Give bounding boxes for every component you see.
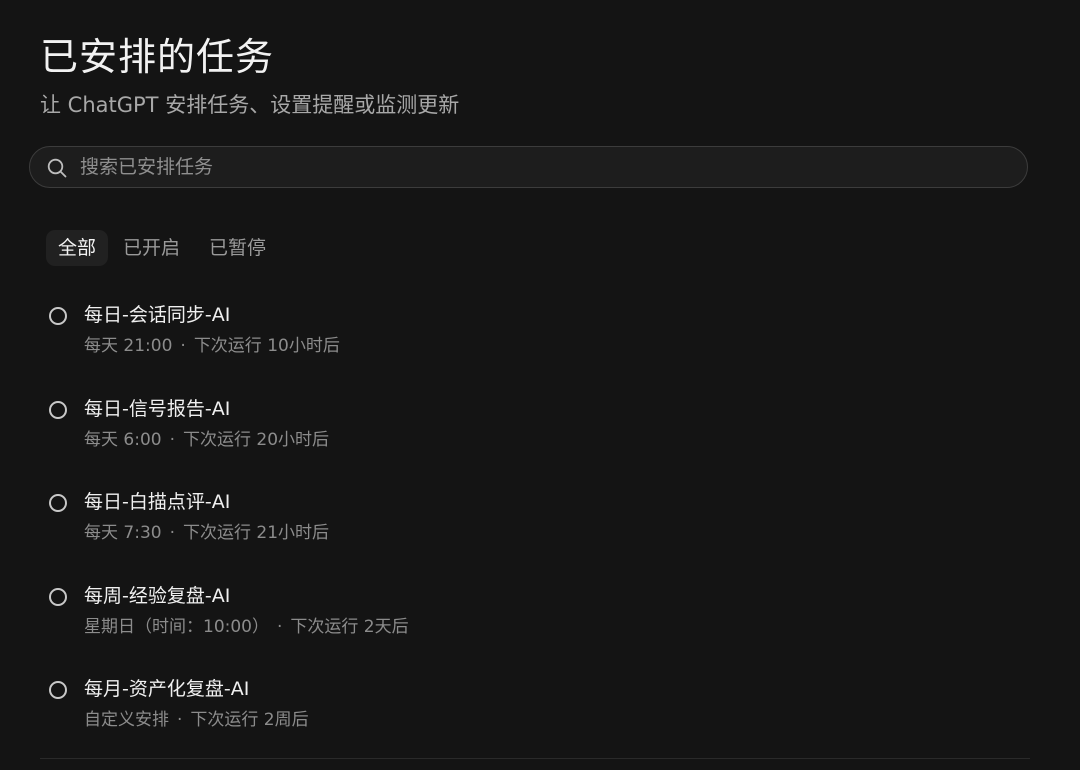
task-name: 每日-信号报告-AI (84, 398, 231, 420)
task-next-run: 下次运行 20小时后 (183, 430, 330, 450)
search-input[interactable] (80, 147, 1010, 187)
meta-separator: · (277, 617, 283, 637)
meta-separator: · (169, 523, 175, 543)
task-name: 每月-资产化复盘-AI (84, 678, 250, 700)
task-radio[interactable] (49, 307, 67, 325)
task-item[interactable]: 每日-信号报告-AI 每天 6:00 · 下次运行 20小时后 (40, 396, 1030, 466)
task-next-run: 下次运行 2周后 (190, 710, 309, 730)
page-title: 已安排的任务 (40, 35, 275, 79)
tab-enabled[interactable]: 已开启 (123, 230, 180, 266)
search-icon (47, 158, 67, 178)
task-radio[interactable] (49, 681, 67, 699)
tab-all[interactable]: 全部 (46, 230, 109, 266)
task-meta: 每天 6:00 · 下次运行 20小时后 (84, 425, 329, 450)
task-schedule: 每天 7:30 (84, 523, 162, 543)
scheduled-tasks-page: 已安排的任务 让 ChatGPT 安排任务、设置提醒或监测更新 全部 已开启 已… (0, 0, 1080, 770)
task-schedule: 星期日（时间：10:00） (84, 617, 269, 637)
task-item[interactable]: 每周-经验复盘-AI 星期日（时间：10:00） · 下次运行 2天后 (40, 583, 1030, 653)
task-item[interactable]: 每月-资产化复盘-AI 自定义安排 · 下次运行 2周后 (40, 676, 1030, 746)
task-next-run: 下次运行 2天后 (290, 617, 409, 637)
task-item[interactable]: 每日-会话同步-AI 每天 21:00 · 下次运行 10小时后 (40, 302, 1030, 372)
task-schedule: 自定义安排 (84, 710, 169, 730)
task-radio[interactable] (49, 494, 67, 512)
divider (40, 758, 1030, 759)
task-radio[interactable] (49, 401, 67, 419)
task-meta: 每天 7:30 · 下次运行 21小时后 (84, 518, 329, 543)
meta-separator: · (180, 336, 186, 356)
task-radio[interactable] (49, 588, 67, 606)
task-name: 每日-会话同步-AI (84, 304, 231, 326)
page-subtitle: 让 ChatGPT 安排任务、设置提醒或监测更新 (40, 93, 460, 117)
tab-paused[interactable]: 已暂停 (209, 230, 266, 266)
task-name: 每周-经验复盘-AI (84, 585, 231, 607)
task-meta: 每天 21:00 · 下次运行 10小时后 (84, 331, 340, 356)
task-schedule: 每天 6:00 (84, 430, 162, 450)
meta-separator: · (177, 710, 183, 730)
task-meta: 自定义安排 · 下次运行 2周后 (84, 705, 309, 730)
task-next-run: 下次运行 10小时后 (193, 336, 340, 356)
task-schedule: 每天 21:00 (84, 336, 173, 356)
task-next-run: 下次运行 21小时后 (183, 523, 330, 543)
search-bar[interactable] (29, 146, 1028, 188)
task-item[interactable]: 每日-白描点评-AI 每天 7:30 · 下次运行 21小时后 (40, 489, 1030, 559)
meta-separator: · (169, 430, 175, 450)
task-meta: 星期日（时间：10:00） · 下次运行 2天后 (84, 612, 409, 637)
task-name: 每日-白描点评-AI (84, 491, 231, 513)
